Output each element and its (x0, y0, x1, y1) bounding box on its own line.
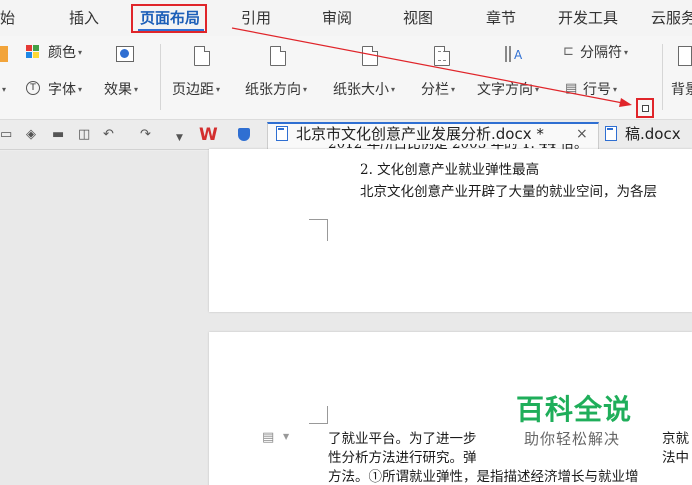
doc-paragraph: 北京文化创意产业开辟了大量的就业空间，为各层 (360, 184, 657, 200)
doc-heading: 2. 文化创意产业就业弹性最高 (360, 162, 540, 178)
docx-file-icon (605, 126, 617, 141)
undo-icon[interactable]: ↶ (103, 127, 114, 143)
print-preview-icon[interactable]: ◫ (78, 127, 90, 143)
margin-corner-mark (309, 406, 328, 424)
tab-start[interactable]: 始 (0, 9, 15, 27)
close-tab-icon[interactable]: × (576, 125, 588, 143)
text-direction-icon[interactable]: A (505, 46, 523, 64)
orientation-button[interactable]: 纸张方向 ▾ (245, 82, 307, 98)
effect-button[interactable]: 效果 ▾ (104, 82, 138, 98)
doc-paragraph: 法中 (662, 450, 689, 466)
effects-square-icon[interactable] (116, 46, 134, 62)
columns-icon[interactable] (434, 46, 450, 66)
colors-button[interactable]: 颜色 ▾ (48, 45, 82, 61)
ribbon-separator (160, 44, 161, 110)
theme-icon[interactable] (0, 46, 8, 62)
menu-bar: 始 插入 页面布局 引用 审阅 视图 章节 开发工具 云服务 (0, 0, 692, 36)
save-icon[interactable]: ▭ (0, 127, 12, 143)
highlight-box-launcher (636, 98, 654, 118)
doc-paragraph: 了就业平台。为了进一步 (328, 431, 477, 447)
tab-insert[interactable]: 插入 (69, 9, 99, 27)
font-button[interactable]: 字体 ▾ (48, 82, 82, 98)
tab-review[interactable]: 审阅 (322, 9, 352, 27)
export-pdf-icon[interactable]: ◈ (26, 127, 36, 143)
doc-tab-other-label[interactable]: 稿.docx (625, 125, 681, 143)
colors-icon[interactable] (26, 45, 40, 59)
theme-caret[interactable]: ▾ (0, 82, 6, 98)
wps-logo-icon[interactable]: W (199, 125, 218, 145)
redo-icon[interactable]: ↷ (140, 127, 151, 143)
columns-button[interactable]: 分栏 ▾ (421, 82, 455, 98)
watermark-title: 百科全说 (516, 393, 633, 426)
orientation-icon[interactable] (270, 46, 286, 66)
doc-paragraph: 方法。①所谓就业弹性，是指描述经济增长与就业增 (328, 469, 639, 485)
text-direction-button[interactable]: 文字方向 ▾ (477, 82, 539, 98)
background-icon[interactable] (678, 46, 692, 66)
docx-file-icon (276, 126, 288, 141)
quick-access-dropdown-icon[interactable]: ▼ (176, 130, 183, 146)
tab-developer[interactable]: 开发工具 (558, 9, 618, 27)
background-button[interactable]: 背景 (671, 82, 692, 98)
tab-cloud[interactable]: 云服务 (651, 9, 692, 27)
line-numbers-icon: ▤ (565, 81, 578, 96)
tab-chapter[interactable]: 章节 (486, 9, 516, 27)
paper-size-icon[interactable] (362, 46, 378, 66)
margins-button[interactable]: 页边距 ▾ (172, 82, 220, 98)
paper-size-button[interactable]: 纸张大小 ▾ (333, 82, 395, 98)
divider-button[interactable]: 分隔符 ▾ (580, 45, 628, 61)
doc-tab-active-label[interactable]: 北京市文化创意产业发展分析.docx * (296, 125, 544, 143)
margin-corner-mark (309, 219, 328, 241)
divider-icon: ⊏ (563, 44, 574, 59)
watermark-subtitle: 助你轻松解决 (524, 430, 621, 448)
ribbon-separator (662, 44, 663, 110)
highlight-box-page-layout (131, 4, 207, 33)
doc-paragraph: 京就 (662, 431, 689, 447)
font-icon: T (26, 81, 40, 95)
tab-references[interactable]: 引用 (241, 9, 271, 27)
line-numbers-button[interactable]: 行号 ▾ (583, 82, 617, 98)
tab-view[interactable]: 视图 (403, 9, 433, 27)
ribbon: 颜色 ▾ ▾ T 字体 ▾ 效果 ▾ A ⊏ 分隔符 ▾ 页边距 ▾ 纸张方向 ▾ 纸张大小… (0, 36, 692, 120)
doc-paragraph: 2012 年所占比例是 2003 年的 1. 44 倍。 (328, 144, 588, 152)
doc-paragraph: 性分析方法进行研究。弹 (328, 450, 477, 466)
margins-icon[interactable] (194, 46, 210, 66)
paragraph-layout-icon[interactable]: ▤ (262, 430, 274, 445)
print-icon[interactable]: ▬ (52, 127, 64, 143)
paragraph-layout-caret[interactable]: ▼ (283, 432, 289, 441)
wps-shield-icon[interactable] (238, 128, 250, 141)
